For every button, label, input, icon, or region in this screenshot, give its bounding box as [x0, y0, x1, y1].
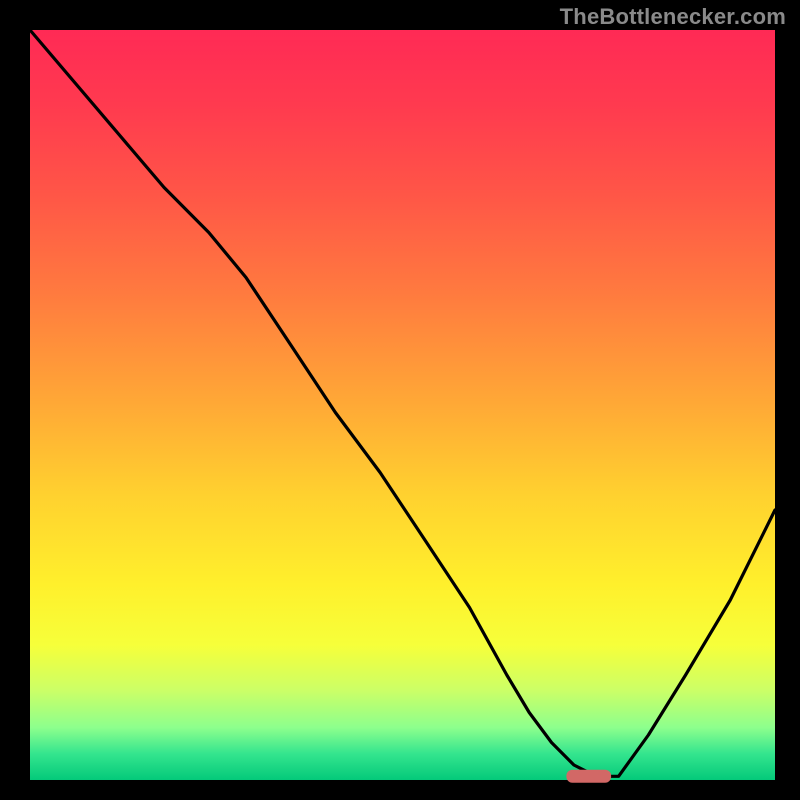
- watermark-text: TheBottleneсker.com: [560, 4, 786, 30]
- optimal-marker: [566, 770, 611, 783]
- bottleneck-chart: [0, 0, 800, 800]
- chart-frame: TheBottleneсker.com: [0, 0, 800, 800]
- gradient-background: [30, 30, 775, 780]
